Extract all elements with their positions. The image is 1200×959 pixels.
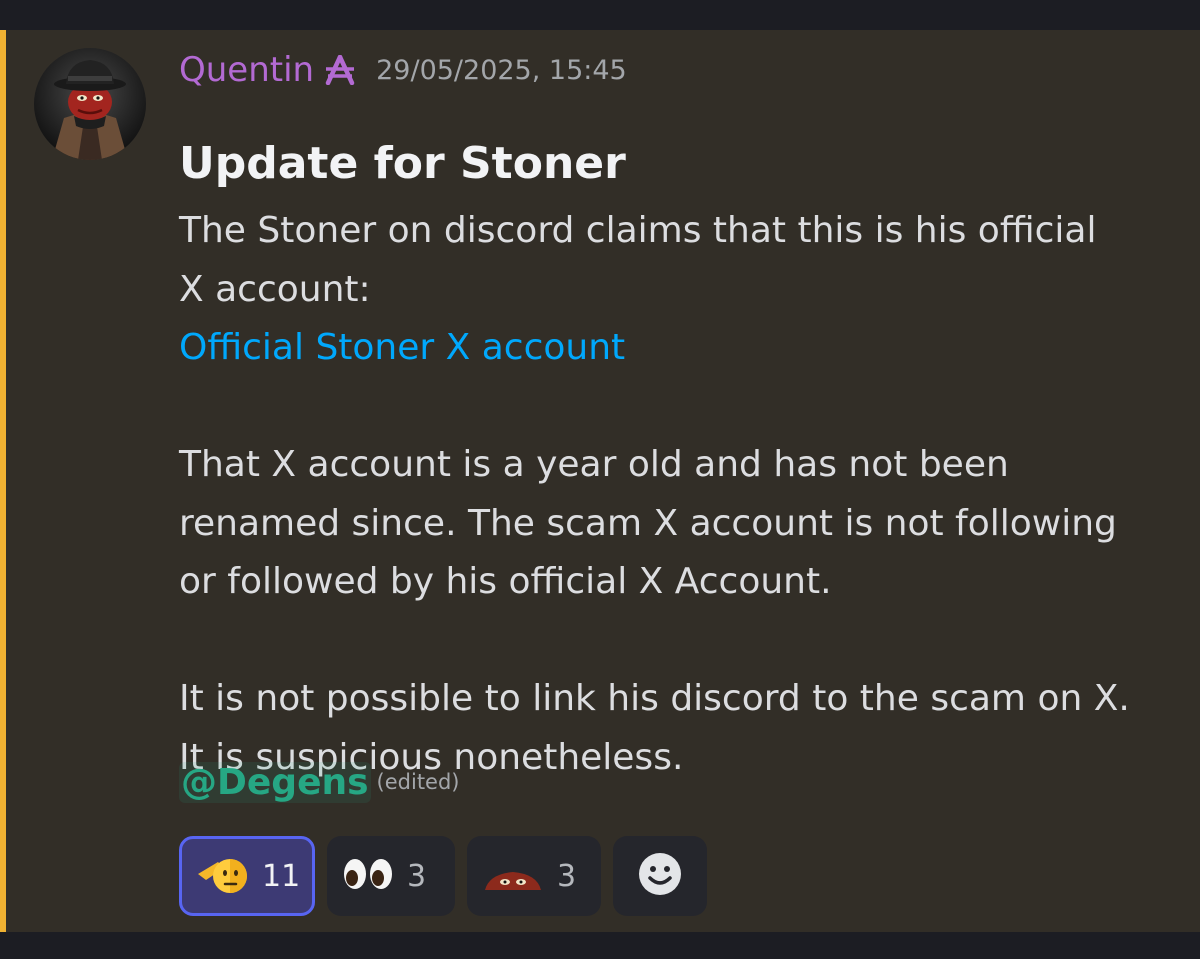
- add-reaction-button[interactable]: [613, 836, 707, 916]
- bottom-bar: [0, 932, 1200, 959]
- chat-message[interactable]: Quentin 29/05/2025, 15:45 Update for Sto…: [0, 30, 1200, 932]
- body-line: That X account is a year old and has not…: [179, 444, 1009, 485]
- reaction-saluting-face[interactable]: 11: [179, 836, 315, 916]
- reaction-count: 3: [557, 858, 577, 894]
- reaction-eyes[interactable]: 3: [327, 836, 455, 916]
- edited-label: (edited): [376, 770, 460, 794]
- reaction-count: 3: [407, 858, 427, 894]
- official-x-account-link[interactable]: Official Stoner X account: [179, 327, 625, 368]
- avatar[interactable]: [34, 48, 146, 160]
- message-header: Quentin 29/05/2025, 15:45: [179, 48, 627, 92]
- body-line: renamed since. The scam X account is not…: [179, 502, 1117, 544]
- mention-row: @Degens (edited): [179, 757, 460, 807]
- reactions-bar: 11 3 3: [179, 836, 707, 916]
- add-reaction-icon: [636, 850, 684, 902]
- aptos-icon[interactable]: [324, 54, 356, 86]
- role-mention[interactable]: @Degens: [179, 761, 371, 803]
- username[interactable]: Quentin: [179, 50, 314, 90]
- saluting-face-emoji: [196, 852, 250, 900]
- reaction-peeking[interactable]: 3: [467, 836, 601, 916]
- message-body: The Stoner on discord claims that this i…: [179, 202, 1179, 787]
- peeking-custom-emoji: [481, 856, 545, 896]
- reaction-count: 11: [262, 858, 301, 894]
- eyes-emoji: [341, 856, 395, 896]
- body-line: It is not possible to link his discord t…: [179, 678, 1130, 719]
- body-line: or followed by his official X Account.: [179, 561, 832, 602]
- mention-highlight-bar: [0, 30, 6, 932]
- top-bar: [0, 0, 1200, 30]
- body-line: The Stoner on discord claims that this i…: [179, 210, 1097, 251]
- body-line: X account:: [179, 268, 371, 310]
- timestamp[interactable]: 29/05/2025, 15:45: [376, 55, 627, 86]
- message-title: Update for Stoner: [179, 138, 626, 189]
